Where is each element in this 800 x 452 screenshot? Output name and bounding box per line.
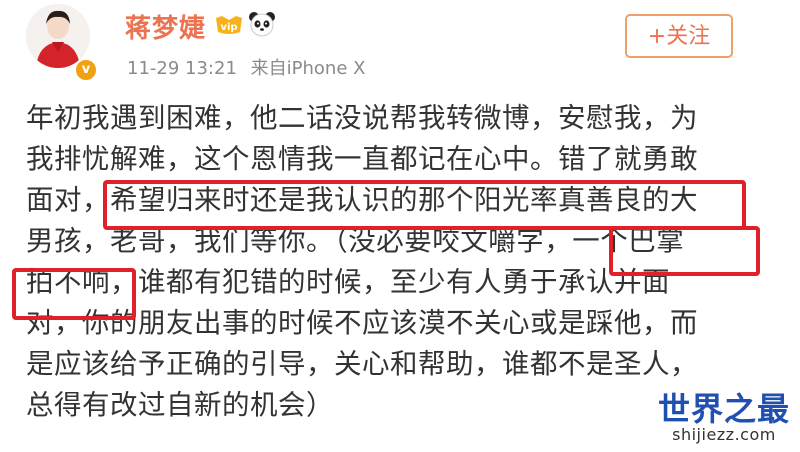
username[interactable]: 蒋梦婕	[125, 8, 206, 45]
weibo-post: v 蒋梦婕 vip 11-29 13:21 来自iPhone X +关注 年初我…	[0, 0, 800, 452]
highlight-box	[12, 268, 136, 320]
post-meta: 11-29 13:21 来自iPhone X	[127, 54, 365, 80]
highlight-box	[609, 226, 760, 276]
verified-badge-icon: v	[74, 58, 98, 82]
svg-text:vip: vip	[220, 22, 237, 33]
post-timestamp[interactable]: 11-29 13:21	[127, 58, 237, 79]
post-line: 是应该给予正确的引导，关心和帮助，谁都不是圣人，	[26, 348, 698, 380]
follow-button[interactable]: +关注	[625, 14, 733, 58]
post-source: 来自iPhone X	[250, 58, 366, 79]
panda-icon	[249, 12, 275, 37]
watermark: 世界之最 shijiezz.com	[658, 392, 790, 444]
watermark-title: 世界之最	[657, 390, 790, 428]
vip-badge-icon: vip	[216, 16, 242, 34]
watermark-url: shijiezz.com	[672, 425, 776, 444]
post-line: 年初我遇到困难，他二话没说帮我转微博，安慰我，为	[26, 102, 698, 134]
post-line: 我排忧解难，这个恩情我一直都记在心中。错了就勇敢	[26, 143, 698, 175]
post-line: 总得有改过自新的机会）	[26, 389, 334, 421]
highlight-box	[103, 180, 746, 230]
